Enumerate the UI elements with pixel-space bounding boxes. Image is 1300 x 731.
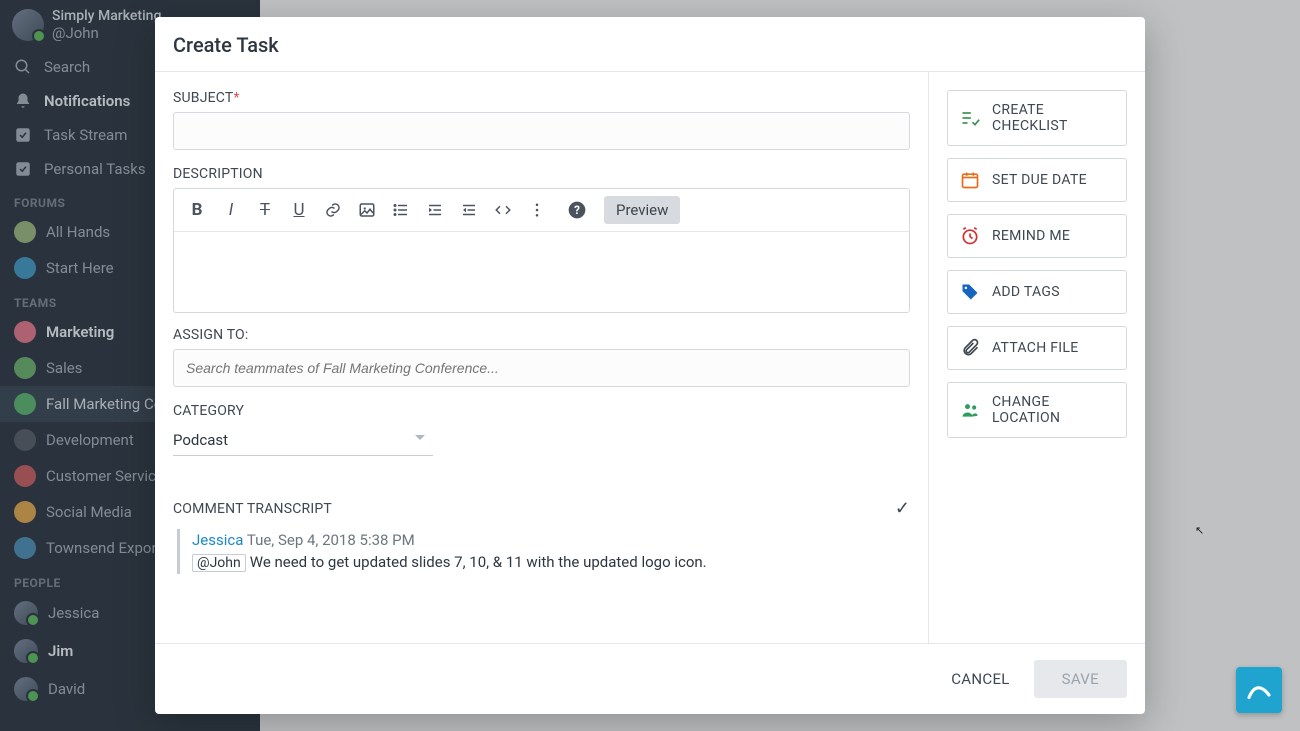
subject-input[interactable]: [173, 112, 910, 150]
transcript-header: COMMENT TRANSCRIPT ✓: [173, 492, 910, 529]
strikethrough-button[interactable]: T: [250, 195, 280, 225]
remind-me-button[interactable]: REMIND ME: [947, 214, 1127, 258]
editor-body[interactable]: [174, 232, 909, 312]
tags-icon: [960, 282, 980, 302]
assign-input[interactable]: [173, 349, 910, 387]
people-icon: [960, 400, 980, 420]
create-checklist-button[interactable]: CREATE CHECKLIST: [947, 90, 1127, 146]
set-due-date-button[interactable]: SET DUE DATE: [947, 158, 1127, 202]
description-label: DESCRIPTION: [173, 166, 910, 182]
checklist-icon: [960, 108, 980, 128]
svg-text:?: ?: [574, 203, 580, 217]
save-button[interactable]: SAVE: [1034, 660, 1127, 698]
comment-body: @JohnWe need to get updated slides 7, 10…: [192, 553, 910, 572]
mention[interactable]: @John: [192, 554, 246, 572]
action-label: CREATE CHECKLIST: [992, 102, 1114, 134]
brand-badge[interactable]: [1236, 667, 1282, 713]
link-button[interactable]: [318, 195, 348, 225]
code-button[interactable]: [488, 195, 518, 225]
comment-block: Jessica Tue, Sep 4, 2018 5:38 PM @JohnWe…: [177, 529, 910, 574]
add-tags-button[interactable]: ADD TAGS: [947, 270, 1127, 314]
action-label: CHANGE LOCATION: [992, 394, 1114, 426]
subject-label: SUBJECT*: [173, 90, 910, 106]
change-location-button[interactable]: CHANGE LOCATION: [947, 382, 1127, 438]
action-label: ADD TAGS: [992, 284, 1060, 300]
alarm-icon: [960, 226, 980, 246]
calendar-icon: [960, 170, 980, 190]
outdent-button[interactable]: [454, 195, 484, 225]
modal-body: SUBJECT* DESCRIPTION B I T U ? Pr: [155, 72, 1145, 643]
modal-title: Create Task: [173, 33, 1127, 57]
comment-text: We need to get updated slides 7, 10, & 1…: [250, 553, 707, 571]
image-button[interactable]: [352, 195, 382, 225]
underline-button[interactable]: U: [284, 195, 314, 225]
preview-button[interactable]: Preview: [604, 196, 680, 224]
assign-label: ASSIGN TO:: [173, 327, 910, 343]
italic-button[interactable]: I: [216, 195, 246, 225]
list-button[interactable]: [386, 195, 416, 225]
action-label: SET DUE DATE: [992, 172, 1087, 188]
category-select[interactable]: Podcast: [173, 425, 433, 474]
modal-header: Create Task: [155, 17, 1145, 72]
description-editor: B I T U ? Preview: [173, 188, 910, 313]
help-button[interactable]: ?: [562, 195, 592, 225]
comment-meta: Jessica Tue, Sep 4, 2018 5:38 PM: [192, 531, 910, 549]
comment-author[interactable]: Jessica: [192, 531, 243, 549]
action-label: ATTACH FILE: [992, 340, 1079, 356]
modal-footer: CANCEL SAVE: [155, 643, 1145, 714]
bold-button[interactable]: B: [182, 195, 212, 225]
create-task-modal: Create Task SUBJECT* DESCRIPTION B I T U: [155, 17, 1145, 714]
transcript-label: COMMENT TRANSCRIPT: [173, 501, 332, 517]
category-value: Podcast: [173, 425, 433, 456]
cursor-icon: ↖: [1195, 524, 1204, 537]
check-icon[interactable]: ✓: [895, 498, 910, 519]
comment-timestamp: Tue, Sep 4, 2018 5:38 PM: [247, 531, 415, 549]
cancel-button[interactable]: CANCEL: [951, 670, 1009, 688]
paperclip-icon: [960, 338, 980, 358]
indent-button[interactable]: [420, 195, 450, 225]
category-label: CATEGORY: [173, 403, 910, 419]
actions-column: CREATE CHECKLIST SET DUE DATE REMIND ME …: [929, 72, 1145, 643]
more-button[interactable]: [522, 195, 552, 225]
attach-file-button[interactable]: ATTACH FILE: [947, 326, 1127, 370]
form-column: SUBJECT* DESCRIPTION B I T U ? Pr: [155, 72, 929, 643]
action-label: REMIND ME: [992, 228, 1070, 244]
editor-toolbar: B I T U ? Preview: [174, 189, 909, 232]
